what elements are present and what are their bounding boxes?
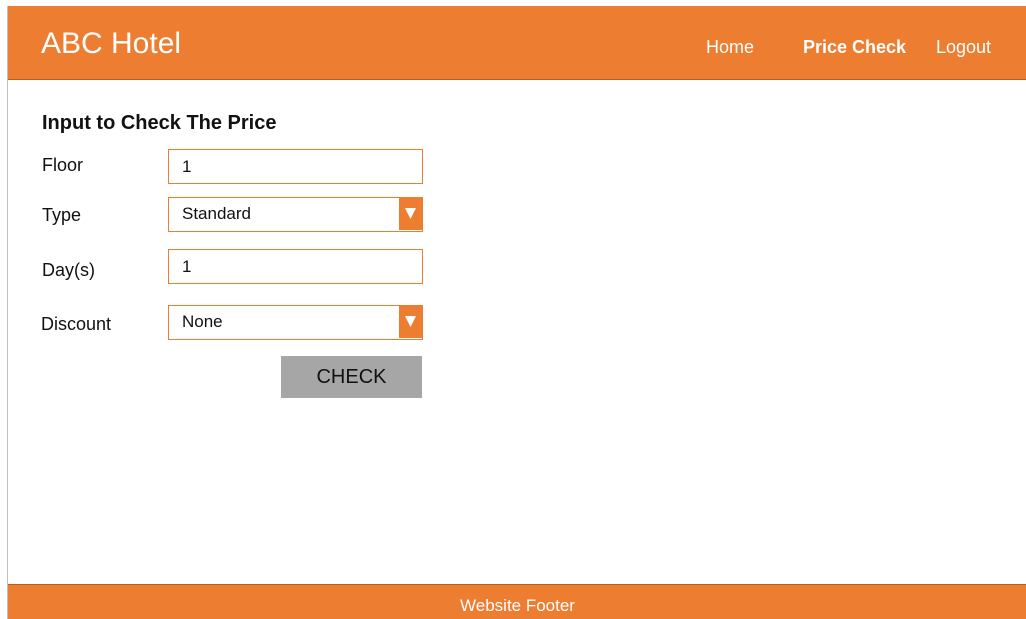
discount-select[interactable]: None [168, 305, 423, 340]
floor-field-box [168, 149, 423, 184]
discount-label: Discount [41, 314, 112, 334]
type-dropdown-button[interactable] [399, 198, 422, 230]
page-frame: ABC Hotel Home Price Check Logout Input … [7, 6, 1026, 619]
nav-link-home[interactable]: Home [706, 36, 754, 58]
days-input[interactable] [169, 252, 402, 282]
floor-input[interactable] [169, 152, 402, 182]
nav-link-logout[interactable]: Logout [936, 36, 991, 58]
nav-link-price-check[interactable]: Price Check [803, 36, 906, 58]
type-label: Type [42, 205, 82, 225]
type-selected-value: Standard [182, 204, 251, 223]
chevron-down-icon [405, 316, 416, 327]
site-footer: Website Footer [8, 584, 1026, 619]
chevron-down-icon [405, 208, 416, 219]
check-button[interactable]: CHECK [281, 356, 422, 398]
days-label: Day(s) [42, 260, 95, 280]
form-title: Input to Check The Price [42, 112, 277, 134]
discount-selected-value: None [182, 312, 223, 331]
type-select[interactable]: Standard [168, 197, 423, 232]
floor-label: Floor [42, 155, 84, 175]
brand-title: ABC Hotel [41, 27, 182, 60]
footer-text: Website Footer [460, 596, 575, 615]
discount-dropdown-button[interactable] [399, 306, 422, 338]
days-field-box [168, 249, 423, 284]
site-header: ABC Hotel Home Price Check Logout [8, 6, 1026, 80]
